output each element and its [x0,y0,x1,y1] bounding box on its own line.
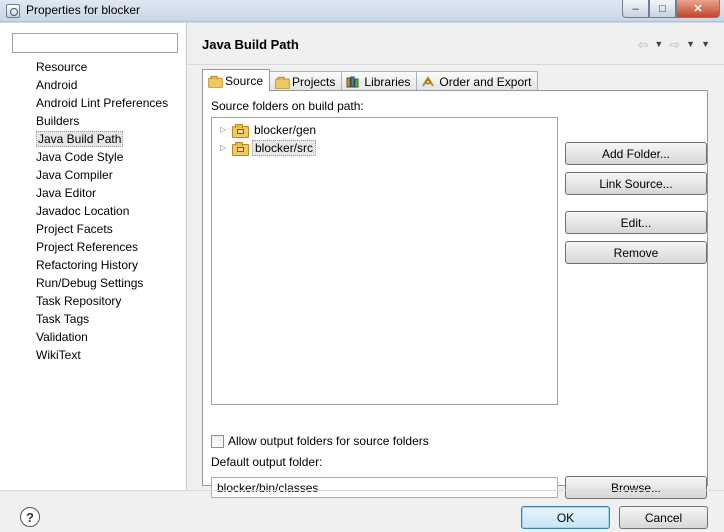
sidebar-item-label: Android [36,78,78,92]
sidebar-item-run-debug-settings[interactable]: Run/Debug Settings [0,274,186,292]
sidebar-item-project-facets[interactable]: Project Facets [0,220,186,238]
package-folder-icon [232,141,249,156]
browse-button[interactable]: Browse... [565,476,707,499]
sidebar-item-android[interactable]: Android [0,76,186,94]
sidebar-item-java-editor[interactable]: Java Editor [0,184,186,202]
projects-icon [274,76,290,89]
source-tab-panel: Source folders on build path: ▷ blocker/… [202,90,708,499]
tab-label: Source [225,73,264,88]
tab-label: Projects [292,74,336,89]
forward-arrow-icon[interactable]: ⇨ [669,37,680,53]
remove-button[interactable]: Remove [565,241,707,264]
history-nav: ⇦ ▼ ⇨ ▼ ▼ [637,37,710,53]
back-arrow-icon[interactable]: ⇦ [637,37,648,53]
sidebar-item-java-compiler[interactable]: Java Compiler [0,166,186,184]
tree-row-label: blocker/src [252,139,317,156]
source-folders-heading: Source folders on build path: [211,99,364,113]
tab-source[interactable]: Source [202,69,271,91]
tab-libraries[interactable]: Libraries [341,71,418,91]
filter-input[interactable] [12,33,178,53]
eclipse-app-icon [6,4,20,18]
page-title: Java Build Path [202,37,299,52]
window-controls: – □ ✕ [622,0,720,18]
sidebar-item-label: Task Repository [36,294,122,308]
preferences-sidebar: Resource Android Android Lint Preferences B… [0,23,187,490]
footer-divider [0,490,724,491]
sidebar-item-java-code-style[interactable]: Java Code Style [0,148,186,166]
order-export-icon [421,75,435,88]
expand-arrow-icon[interactable]: ▷ [220,125,228,134]
sidebar-item-label: Project References [36,240,139,254]
sidebar-item-label: Run/Debug Settings [36,276,144,290]
add-folder-button[interactable]: Add Folder... [565,142,707,165]
source-folder-tree[interactable]: ▷ blocker/gen ▷ blocker/src [211,117,558,405]
sidebar-item-validation[interactable]: Validation [0,328,186,346]
link-source-button[interactable]: Link Source... [565,172,707,195]
sidebar-item-resource[interactable]: Resource [0,58,186,76]
sidebar-item-builders[interactable]: Builders [0,112,186,130]
sidebar-item-label: Android Lint Preferences [36,96,169,110]
expand-arrow-icon[interactable]: ▷ [220,143,228,152]
tab-strip: Source Projects Libraries Order and Expo… [202,69,539,91]
sidebar-item-label: Builders [36,114,80,128]
forward-dropdown-icon[interactable]: ▼ [686,37,695,53]
sidebar-item-label: Java Code Style [36,150,124,164]
view-menu-icon[interactable]: ▼ [701,37,710,53]
sidebar-item-label: WikiText [36,348,81,362]
allow-output-checkbox[interactable] [211,435,224,448]
tree-row-src[interactable]: ▷ blocker/src [220,139,317,156]
cancel-button[interactable]: Cancel [619,506,708,529]
sidebar-item-javadoc-location[interactable]: Javadoc Location [0,202,186,220]
minimize-button[interactable]: – [622,0,649,18]
back-dropdown-icon[interactable]: ▼ [654,37,663,53]
sidebar-item-task-repository[interactable]: Task Repository [0,292,186,310]
sidebar-item-refactoring-history[interactable]: Refactoring History [0,256,186,274]
tab-label: Order and Export [439,74,532,89]
default-output-label: Default output folder: [211,455,323,469]
maximize-button[interactable]: □ [649,0,676,18]
help-icon[interactable]: ? [20,507,40,527]
default-output-field[interactable]: blocker/bin/classes [211,477,558,498]
allow-output-label: Allow output folders for source folders [228,434,429,448]
sidebar-item-label: Validation [36,330,88,344]
page-header: Java Build Path ⇦ ▼ ⇨ ▼ ▼ [188,23,724,65]
source-folder-icon [207,75,223,88]
sidebar-item-task-tags[interactable]: Task Tags [0,310,186,328]
tree-row-label: blocker/gen [254,122,317,137]
sidebar-item-label: Java Editor [36,186,97,200]
sidebar-list: Resource Android Android Lint Preferences B… [0,58,186,364]
package-folder-icon [232,123,249,138]
ok-button[interactable]: OK [521,506,610,529]
sidebar-item-label: Task Tags [36,312,90,326]
sidebar-item-label: Javadoc Location [36,204,130,218]
sidebar-item-java-build-path[interactable]: Java Build Path [0,130,186,148]
tab-label: Libraries [364,74,411,89]
title-bar: Properties for blocker – □ ✕ [0,0,724,22]
tab-projects[interactable]: Projects [269,71,343,91]
sidebar-item-label: Refactoring History [36,258,139,272]
sidebar-item-label: Project Facets [36,222,113,236]
tab-order-and-export[interactable]: Order and Export [416,71,539,91]
close-button[interactable]: ✕ [676,0,720,18]
dialog-body: Resource Android Android Lint Preferences B… [0,23,724,532]
sidebar-item-label: Java Compiler [36,168,113,182]
sidebar-item-label: Resource [36,60,88,74]
window-title: Properties for blocker [26,3,141,17]
tree-row-gen[interactable]: ▷ blocker/gen [220,121,318,138]
sidebar-item-project-references[interactable]: Project References [0,238,186,256]
sidebar-item-label: Java Build Path [36,131,124,147]
libraries-icon [346,76,360,88]
sidebar-item-wikitext[interactable]: WikiText [0,346,186,364]
edit-button[interactable]: Edit... [565,211,707,234]
sidebar-item-android-lint-preferences[interactable]: Android Lint Preferences [0,94,186,112]
